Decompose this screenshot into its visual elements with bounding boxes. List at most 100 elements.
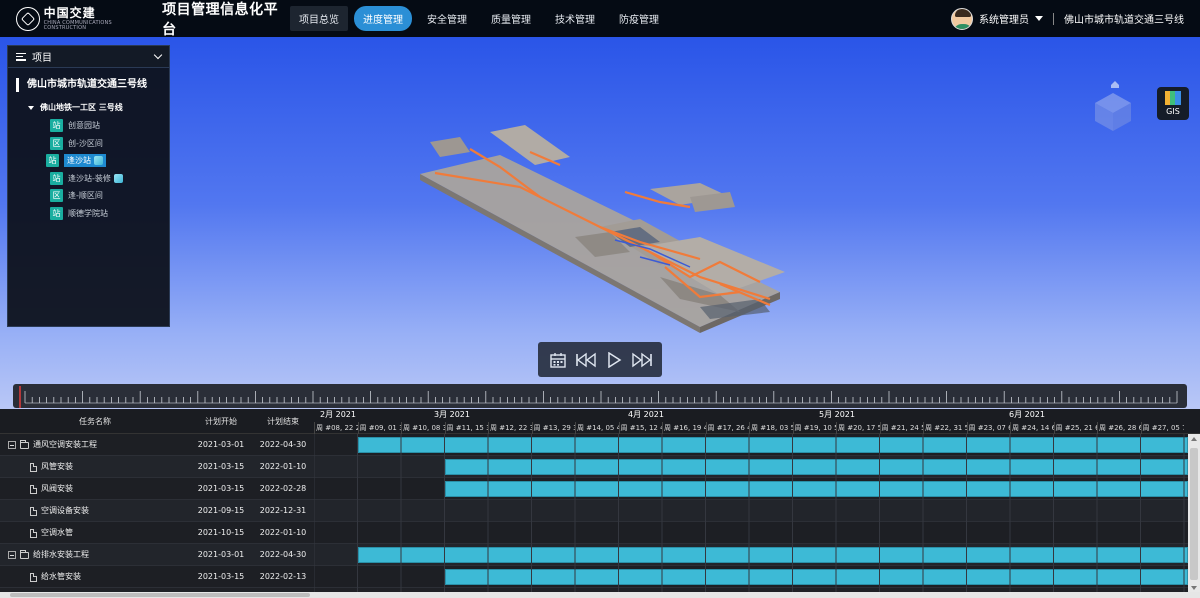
nav-item-0[interactable]: 项目总览 [290,6,348,31]
task-name-cell: 空调水管 [30,522,73,544]
column-header-end[interactable]: 计划结束 [252,409,314,434]
home-view-icon [1111,81,1119,88]
table-row[interactable]: 空调设备安装 2021-09-15 2022-12-31 [0,500,1188,522]
week-label: 周 #13, 29 3 [531,422,575,434]
app-title: 项目管理信息化平台 [162,1,279,38]
collapse-icon[interactable] [8,551,16,559]
task-start-cell: 2021-03-15 [197,572,245,581]
table-row[interactable]: 通风空调安装工程 2021-03-01 2022-04-30 [0,434,1188,456]
file-icon [30,572,37,582]
week-label: 周 #14, 05 4 [575,422,619,434]
horizontal-scrollbar[interactable] [0,592,1200,598]
vertical-scrollbar[interactable] [1188,434,1200,593]
month-label: 6月 2021 [1009,410,1045,419]
folder-icon [20,439,29,449]
gantt-task-bar[interactable] [444,481,1188,497]
tree-section[interactable]: 佛山地铁一工区 三号线 [28,102,169,113]
week-label: 周 #22, 31 5 [923,422,967,434]
month-label: 3月 2021 [434,410,470,419]
nav-item-4[interactable]: 技术管理 [546,6,604,31]
top-bar: 中国交建 CHINA COMMUNICATIONS CONSTRUCTION 项… [0,0,1200,39]
nav-item-1[interactable]: 进度管理 [354,6,412,31]
timeline-slider[interactable] [13,384,1187,408]
user-dropdown-icon[interactable] [1035,16,1043,21]
task-name: 给排水安装工程 [33,550,89,559]
table-row[interactable]: 风管安装 2021-03-15 2022-01-10 [0,456,1188,478]
week-label: 周 #18, 03 5 [749,422,793,434]
tree-item-label: 逢沙站 [67,156,91,166]
table-row[interactable]: 给水管安装 2021-03-15 2022-02-13 [0,566,1188,588]
column-header-start[interactable]: 计划开始 [190,409,252,434]
week-scale: 周 #08, 22 2周 #09, 01 3周 #10, 08 3周 #11, … [314,422,1200,434]
project-panel-header[interactable]: 项目 [8,46,169,68]
timeline-ticks [19,386,1178,408]
task-name-cell: 给排水安装工程 [8,544,89,566]
gantt-body: 通风空调安装工程 2021-03-01 2022-04-30 风管安装 2021-03-… [0,434,1188,593]
week-label: 周 #11, 15 3 [444,422,488,434]
model-cube-icon[interactable] [113,173,123,183]
task-name-cell: 风阀安装 [30,478,73,500]
model-cube-icon[interactable] [94,156,103,166]
column-header-task[interactable]: 任务名称 [0,409,190,434]
nav-item-3[interactable]: 质量管理 [482,6,540,31]
tree-item[interactable]: 站顺德学院站 [8,205,169,223]
week-label: 周 #23, 07 6 [966,422,1010,434]
avatar[interactable] [951,7,973,30]
play-button[interactable] [602,349,626,371]
calendar-icon [550,352,566,368]
week-label: 周 #12, 22 3 [488,422,532,434]
task-start-cell: 2021-03-01 [197,550,245,559]
task-name: 空调设备安装 [41,506,89,515]
task-name-cell: 通风空调安装工程 [8,434,97,456]
tree-item-label: 逢-顺区间 [68,191,103,201]
brand: 中国交建 CHINA COMMUNICATIONS CONSTRUCTION 项… [0,0,290,39]
table-row[interactable]: 空调水管 2021-10-15 2022-01-10 [0,522,1188,544]
collapse-icon[interactable] [8,441,16,449]
scroll-thumb [1190,448,1198,580]
chevron-down-icon[interactable] [153,50,163,60]
playback-controls [538,342,662,377]
station-type-badge: 区 [50,136,63,150]
nav-item-2[interactable]: 安全管理 [418,6,476,31]
current-project[interactable]: 佛山市城市轨道交通三号线 [1064,11,1184,26]
tree-item[interactable]: 站创意园站 [8,117,169,135]
project-panel-title: 项目 [32,53,52,64]
table-row[interactable]: 给排水安装工程 2021-03-01 2022-04-30 [0,544,1188,566]
month-scale: 2月 2021 3月 2021 4月 2021 5月 2021 6月 2021 [314,409,1200,421]
caret-down-icon[interactable] [28,105,34,110]
week-label: 周 #21, 24 5 [879,422,923,434]
week-label: 周 #15, 12 4 [618,422,662,434]
gis-button[interactable]: GIS [1157,87,1189,120]
nav-item-5[interactable]: 防疫管理 [610,6,668,31]
gantt-task-bar[interactable] [444,569,1188,585]
project-tree-panel: 项目 佛山市城市轨道交通三号线 佛山地铁一工区 三号线 站创意园站区创-沙区间站… [7,45,170,327]
task-end-cell: 2022-02-28 [259,484,307,493]
gantt-task-bar[interactable] [357,547,1188,563]
week-label: 周 #26, 28 6 [1097,422,1141,434]
week-label: 周 #19, 10 5 [792,422,836,434]
gantt-task-bar[interactable] [444,459,1188,475]
play-icon [608,351,622,368]
task-end-cell: 2022-04-30 [259,550,307,559]
menu-icon [16,52,26,61]
station-type-badge: 站 [46,154,59,168]
table-row[interactable]: 风阀安装 2021-03-15 2022-02-28 [0,478,1188,500]
user-name[interactable]: 系统管理员 [979,11,1029,26]
tree-item-label: 顺德学院站 [68,208,108,218]
view-cube-icon[interactable] [1085,77,1141,133]
calendar-button[interactable] [546,349,570,371]
tree-item[interactable]: 站逢沙站 [8,152,169,170]
week-label: 周 #17, 26 4 [705,422,749,434]
tree-item[interactable]: 区逢-顺区间 [8,187,169,205]
skip-forward-icon [632,352,652,367]
main-nav: 项目总览 进度管理 安全管理 质量管理 技术管理 防疫管理 [290,6,668,31]
file-icon [30,484,37,494]
tree-item[interactable]: 站逢沙站-装修 [8,170,169,188]
task-start-cell: 2021-03-15 [197,484,245,493]
skip-back-button[interactable] [574,349,598,371]
skip-forward-button[interactable] [630,349,654,371]
tree-item-label-wrap: 创-沙区间 [68,138,103,149]
project-name[interactable]: 佛山市城市轨道交通三号线 [16,78,169,92]
gantt-task-bar[interactable] [357,437,1188,453]
tree-item[interactable]: 区创-沙区间 [8,135,169,153]
